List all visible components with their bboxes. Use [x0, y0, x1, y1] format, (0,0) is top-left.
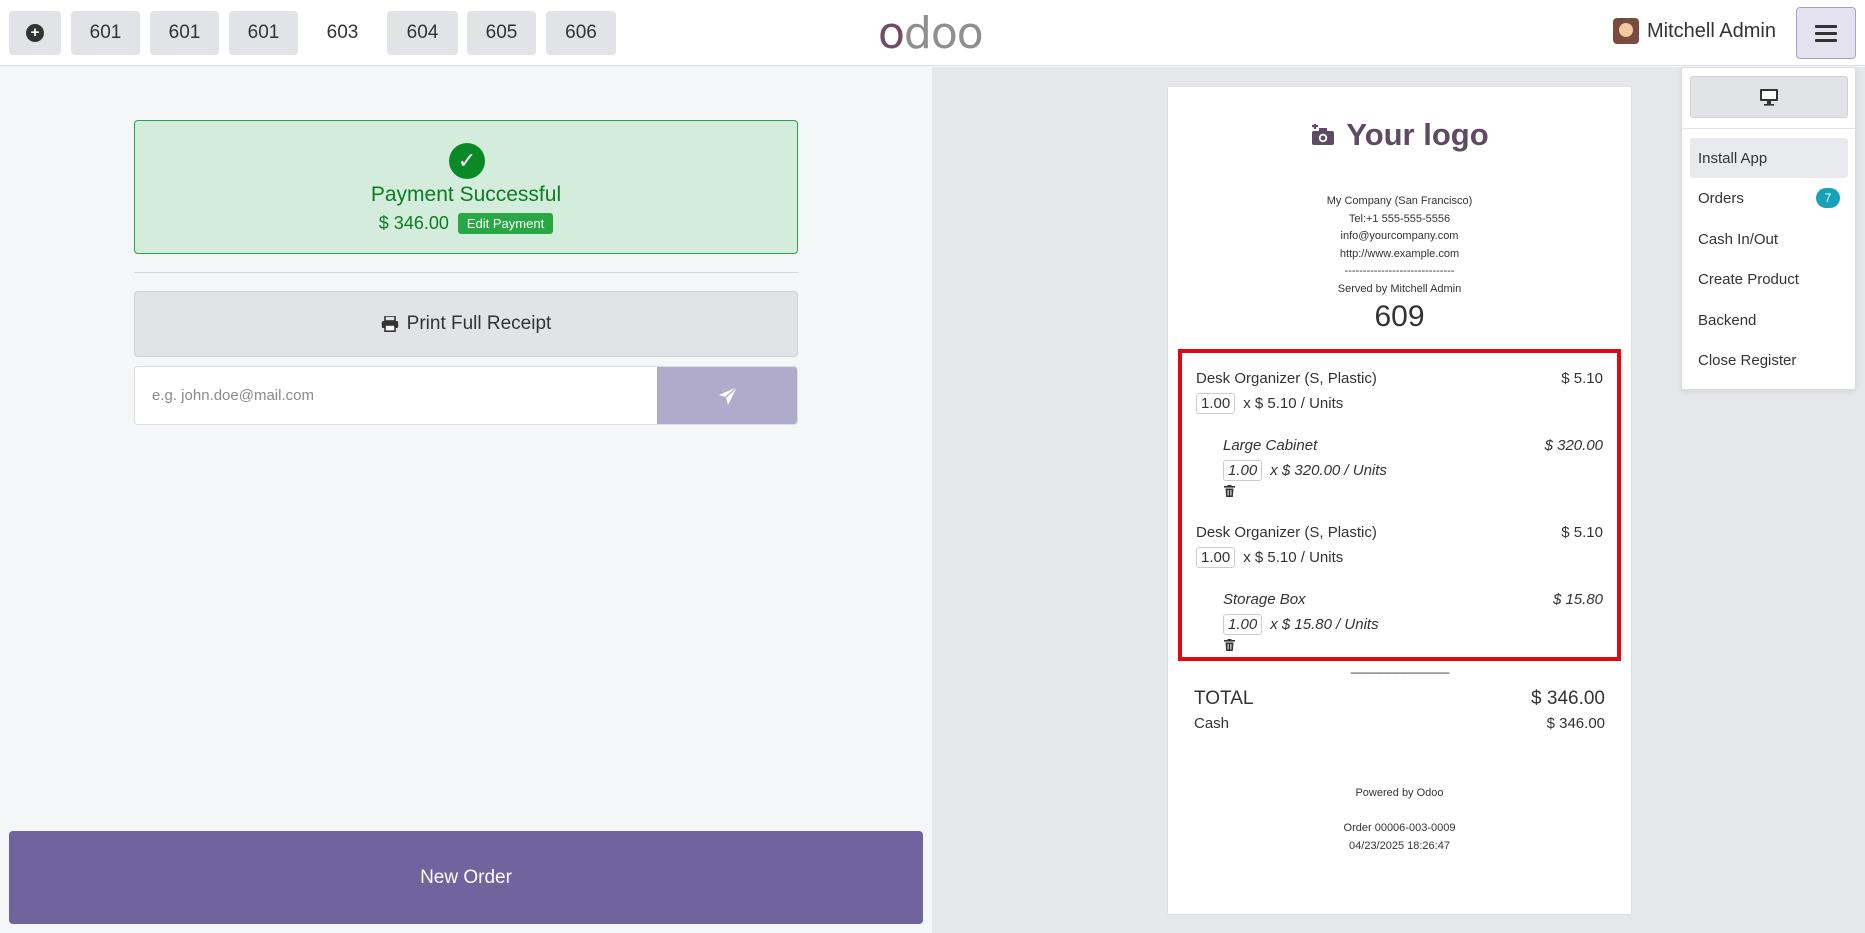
order-tab[interactable]: 601: [229, 11, 298, 55]
order-tab[interactable]: 601: [150, 11, 219, 55]
payment-success-box: ✓ Payment Successful $ 346.00 Edit Payme…: [134, 120, 798, 254]
email-input[interactable]: [135, 367, 657, 424]
qty-value: 1.00: [1223, 614, 1263, 635]
company-website: http://www.example.com: [1339, 247, 1460, 260]
separator: ------------------------------: [1344, 265, 1455, 277]
line-qty: 1.00 x $ 5.10 / Units: [1196, 547, 1343, 568]
send-email-button[interactable]: [657, 367, 797, 424]
user-name: Mitchell Admin: [1647, 19, 1776, 42]
company-tel: Tel:+1 555-555-5556: [1348, 212, 1451, 225]
total-label: TOTAL: [1194, 688, 1254, 709]
email-receipt-group: [134, 366, 798, 425]
print-receipt-label: Print Full Receipt: [406, 313, 552, 334]
line-name: Desk Organizer (S, Plastic): [1196, 524, 1377, 541]
menu-item-cash-in-out[interactable]: Cash In/Out: [1690, 219, 1848, 259]
divider: [1682, 128, 1855, 129]
camera-plus-icon: [1312, 124, 1335, 145]
menu-item-create-product[interactable]: Create Product: [1690, 259, 1848, 299]
cash-label: Cash: [1194, 715, 1230, 732]
line-name: Large Cabinet: [1223, 437, 1318, 454]
print-receipt-button[interactable]: Print Full Receipt: [134, 291, 798, 357]
line-name: Storage Box: [1223, 591, 1306, 608]
main-menu-dropdown: Install App Orders 7 Cash In/Out Create …: [1681, 67, 1856, 390]
order-tab[interactable]: 605: [467, 11, 536, 55]
line-price: $ 5.10: [1561, 524, 1603, 541]
avatar: [1613, 18, 1639, 44]
plus-circle-icon: +: [26, 24, 44, 42]
receipt-logo-text: Your logo: [1346, 117, 1489, 152]
line-qty: 1.00 x $ 5.10 / Units: [1196, 393, 1343, 414]
line-price: $ 320.00: [1544, 437, 1603, 454]
served-by: Served by Mitchell Admin: [1337, 282, 1462, 295]
divider: [134, 272, 798, 273]
line-price: $ 5.10: [1561, 370, 1603, 387]
receipt-logo: Your logo: [1168, 117, 1631, 153]
order-datetime: 04/23/2025 18:26:47: [1349, 839, 1450, 852]
cash-value: $ 346.00: [1546, 715, 1605, 732]
menu-item-close-register[interactable]: Close Register: [1690, 340, 1848, 380]
user-menu[interactable]: Mitchell Admin: [1613, 18, 1776, 44]
payment-status: Payment Successful: [370, 183, 562, 206]
company-email: info@yourcompany.com: [1340, 230, 1459, 242]
orders-count-badge: 7: [1816, 188, 1840, 208]
unit-price: x $ 5.10 / Units: [1243, 395, 1344, 412]
total-value: $ 346.00: [1531, 688, 1605, 709]
printer-icon: [381, 316, 398, 332]
customer-display-button[interactable]: [1690, 76, 1848, 118]
qty-value: 1.00: [1223, 460, 1263, 481]
odoo-logo: o doo: [878, 7, 984, 59]
order-reference: Order 00006-003-0009 04/23/2025 18:26:47: [1168, 820, 1631, 855]
order-lines: Desk Organizer (S, Plastic) $ 5.10 1.00 …: [1178, 349, 1621, 661]
edit-payment-button[interactable]: Edit Payment: [457, 213, 554, 234]
menu-item-backend[interactable]: Backend: [1690, 300, 1848, 340]
payment-amount: $ 346.00: [378, 213, 449, 233]
unit-price: x $ 15.80 / Units: [1270, 616, 1379, 633]
paper-plane-icon: [718, 385, 737, 405]
order-tab[interactable]: 606: [546, 11, 616, 55]
menu-item-orders[interactable]: Orders 7: [1690, 178, 1848, 218]
hamburger-menu-button[interactable]: [1796, 7, 1856, 59]
receipt: Your logo My Company (San Francisco) Tel…: [1167, 86, 1632, 915]
line-name: Desk Organizer (S, Plastic): [1196, 370, 1377, 387]
menu-item-install-app[interactable]: Install App: [1690, 138, 1848, 178]
top-bar: + 601 601 601 603 604 605 606 o doo Mitch…: [0, 0, 1865, 66]
line-qty: 1.00 x $ 320.00 / Units: [1223, 460, 1387, 481]
order-tab[interactable]: 601: [71, 11, 140, 55]
menu-item-label: Orders: [1698, 189, 1744, 207]
separator: -------------------------------------: [1350, 667, 1450, 679]
line-price: $ 15.80: [1552, 591, 1603, 608]
powered-by: Powered by Odoo: [1355, 787, 1444, 799]
line-qty: 1.00 x $ 15.80 / Units: [1223, 614, 1379, 635]
unit-price: x $ 5.10 / Units: [1243, 549, 1344, 566]
hamburger-icon: [1815, 24, 1837, 28]
unit-price: x $ 320.00 / Units: [1270, 462, 1387, 479]
company-info: My Company (San Francisco) Tel:+1 555-55…: [1168, 193, 1631, 298]
order-tab-active[interactable]: 603: [308, 11, 377, 55]
receipt-order-number: 609: [1374, 300, 1425, 333]
new-order-tab-button[interactable]: +: [9, 11, 61, 55]
desktop-icon: [1760, 89, 1778, 106]
trash-icon[interactable]: [1224, 639, 1235, 651]
trash-icon[interactable]: [1224, 485, 1235, 497]
qty-value: 1.00: [1196, 547, 1236, 568]
order-ref-number: Order 00006-003-0009: [1343, 822, 1456, 834]
check-circle-icon: ✓: [449, 143, 485, 179]
company-name: My Company (San Francisco): [1326, 195, 1473, 207]
order-tab[interactable]: 604: [387, 11, 458, 55]
qty-value: 1.00: [1196, 393, 1236, 414]
payment-screen: ✓ Payment Successful $ 346.00 Edit Payme…: [0, 67, 932, 933]
new-order-button[interactable]: New Order: [9, 831, 923, 924]
